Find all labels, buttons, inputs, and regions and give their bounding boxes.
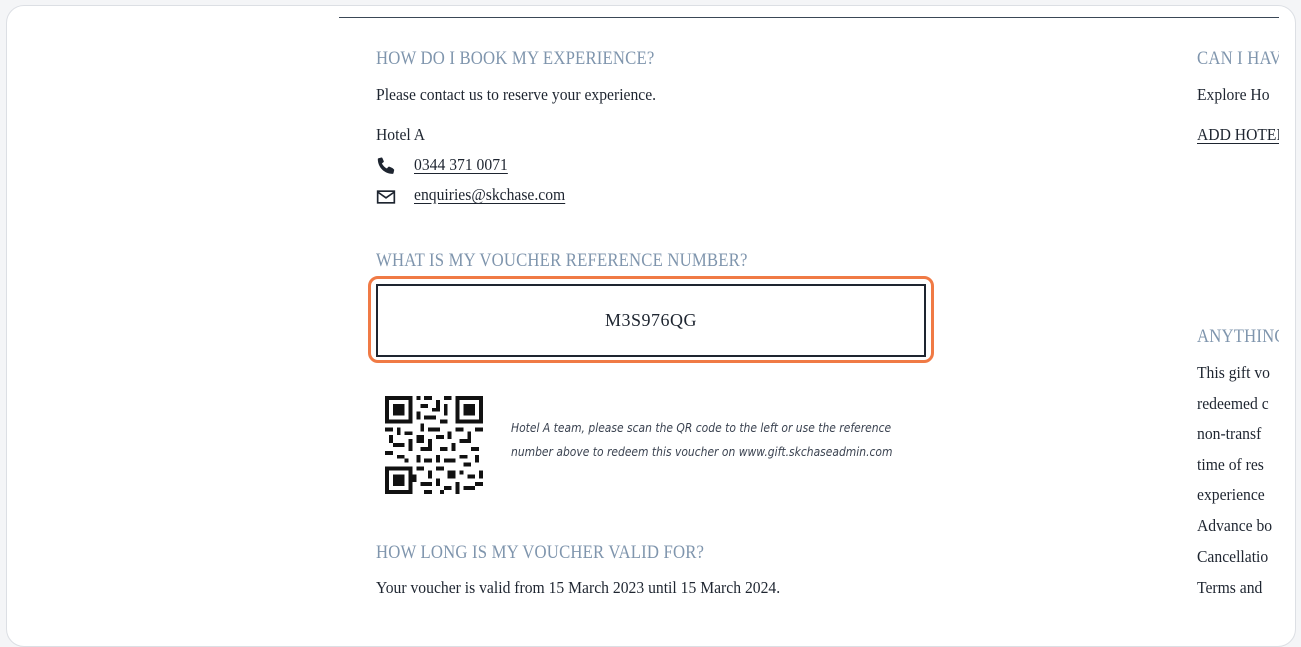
right-column: CAN I HAV Explore Ho ADD HOTEL ANYTHINC … (1197, 6, 1279, 646)
phone-link[interactable]: 0344 371 0071 (414, 155, 508, 175)
qr-instructions-line: number above to redeem this voucher on w… (511, 444, 893, 459)
voucher-reference-box: M3S976QG (376, 284, 926, 357)
booking-intro: Please contact us to reserve your experi… (376, 85, 657, 104)
validity-text: Your voucher is valid from 15 March 2023… (376, 578, 781, 597)
add-hotel-link[interactable]: ADD HOTEL (1197, 125, 1279, 145)
right-line: redeemed c (1197, 394, 1269, 413)
right-explore-text: Explore Ho (1197, 85, 1270, 104)
right-heading-2: ANYTHINC (1197, 326, 1279, 347)
email-link[interactable]: enquiries@skchase.com (414, 185, 565, 205)
qr-code (385, 396, 483, 494)
right-heading-1: CAN I HAV (1197, 48, 1279, 69)
validity-heading: HOW LONG IS MY VOUCHER VALID FOR? (376, 542, 705, 563)
right-line: This gift vo (1197, 363, 1270, 382)
qr-instructions: Hotel A team, please scan the QR code to… (511, 416, 893, 464)
envelope-icon (376, 190, 396, 204)
top-divider (339, 17, 1279, 18)
right-line: time of res (1197, 455, 1264, 474)
reference-heading: WHAT IS MY VOUCHER REFERENCE NUMBER? (376, 250, 748, 271)
phone-icon (377, 157, 395, 174)
right-line: Advance bo (1197, 516, 1273, 535)
hotel-name: Hotel A (376, 125, 426, 144)
page-frame: HOW DO I BOOK MY EXPERIENCE? Please cont… (6, 5, 1296, 647)
right-line: experience (1197, 485, 1265, 504)
booking-heading: HOW DO I BOOK MY EXPERIENCE? (376, 48, 655, 69)
right-line: Cancellatio (1197, 547, 1269, 566)
qr-instructions-line: Hotel A team, please scan the QR code to… (511, 420, 892, 435)
right-line: non-transf (1197, 424, 1262, 443)
voucher-code: M3S976QG (604, 310, 697, 330)
right-line: Terms and (1197, 578, 1263, 597)
